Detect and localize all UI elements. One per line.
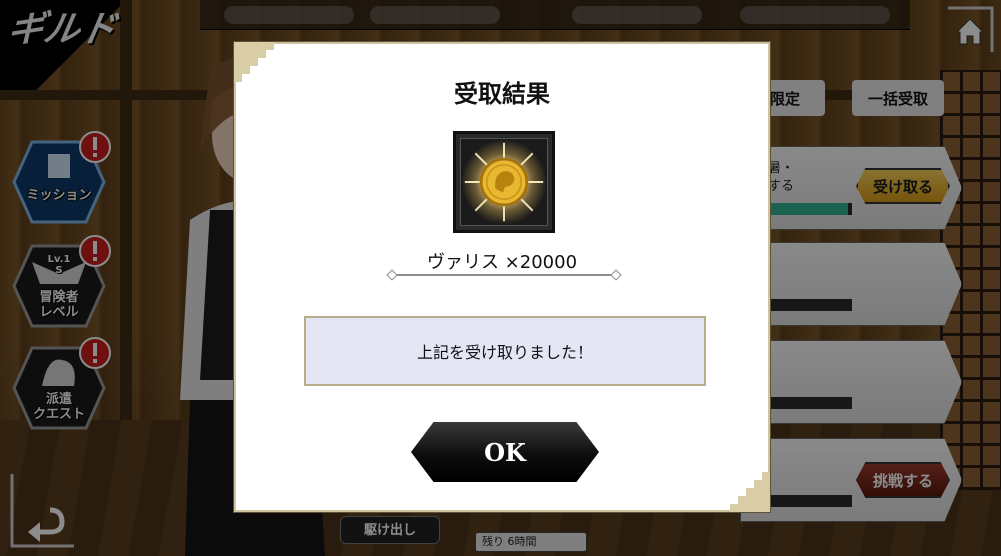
gold-coin-icon (464, 142, 544, 222)
dialog-title: 受取結果 (454, 80, 550, 108)
reward-name: ヴァリス ×20000 (426, 252, 578, 273)
divider (392, 274, 616, 276)
corner-ornament (730, 472, 770, 512)
result-message: 上記を受け取りました！ (304, 316, 706, 386)
receive-result-dialog: 受取結果 ヴァリス ×20000 上記を受け取りました！ OK (234, 42, 770, 512)
reward-item-frame (453, 131, 555, 233)
ok-button[interactable]: OK (411, 422, 599, 482)
